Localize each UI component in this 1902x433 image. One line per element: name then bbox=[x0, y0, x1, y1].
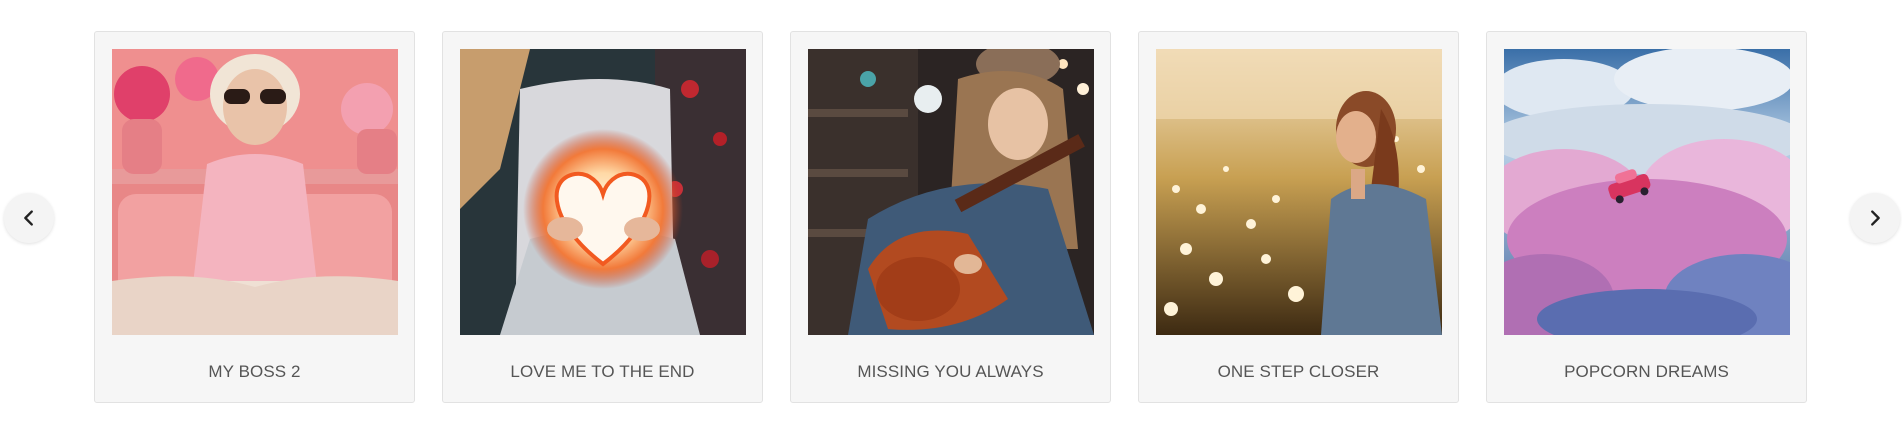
album-card[interactable]: LOVE ME TO THE END bbox=[442, 31, 763, 403]
album-title: MY BOSS 2 bbox=[208, 362, 301, 381]
woman-in-pink-sunglasses-image bbox=[112, 49, 398, 335]
glowing-heart-image bbox=[460, 49, 746, 335]
album-cover bbox=[808, 49, 1094, 335]
album-cover bbox=[112, 49, 398, 335]
album-title: LOVE ME TO THE END bbox=[510, 362, 695, 381]
album-title: MISSING YOU ALWAYS bbox=[857, 362, 1044, 381]
music-carousel: MY BOSS 2 LOVE ME TO THE END MISSING YOU… bbox=[0, 0, 1902, 433]
album-card[interactable]: MY BOSS 2 bbox=[94, 31, 415, 403]
carousel-track: MY BOSS 2 LOVE ME TO THE END MISSING YOU… bbox=[94, 31, 1807, 403]
album-card[interactable]: POPCORN DREAMS bbox=[1486, 31, 1807, 403]
album-card[interactable]: MISSING YOU ALWAYS bbox=[790, 31, 1111, 403]
woman-in-flower-field-image bbox=[1156, 49, 1442, 335]
album-cover bbox=[460, 49, 746, 335]
girl-playing-guitar-image bbox=[808, 49, 1094, 335]
carousel-prev-button[interactable] bbox=[4, 193, 54, 243]
album-card[interactable]: ONE STEP CLOSER bbox=[1138, 31, 1459, 403]
car-in-pink-clouds-image bbox=[1504, 49, 1790, 335]
carousel-next-button[interactable] bbox=[1850, 193, 1900, 243]
album-cover bbox=[1504, 49, 1790, 335]
chevron-left-icon bbox=[24, 210, 33, 226]
album-cover bbox=[1156, 49, 1442, 335]
album-title: ONE STEP CLOSER bbox=[1217, 362, 1380, 381]
album-title: POPCORN DREAMS bbox=[1564, 362, 1729, 381]
chevron-right-icon bbox=[1871, 210, 1880, 226]
